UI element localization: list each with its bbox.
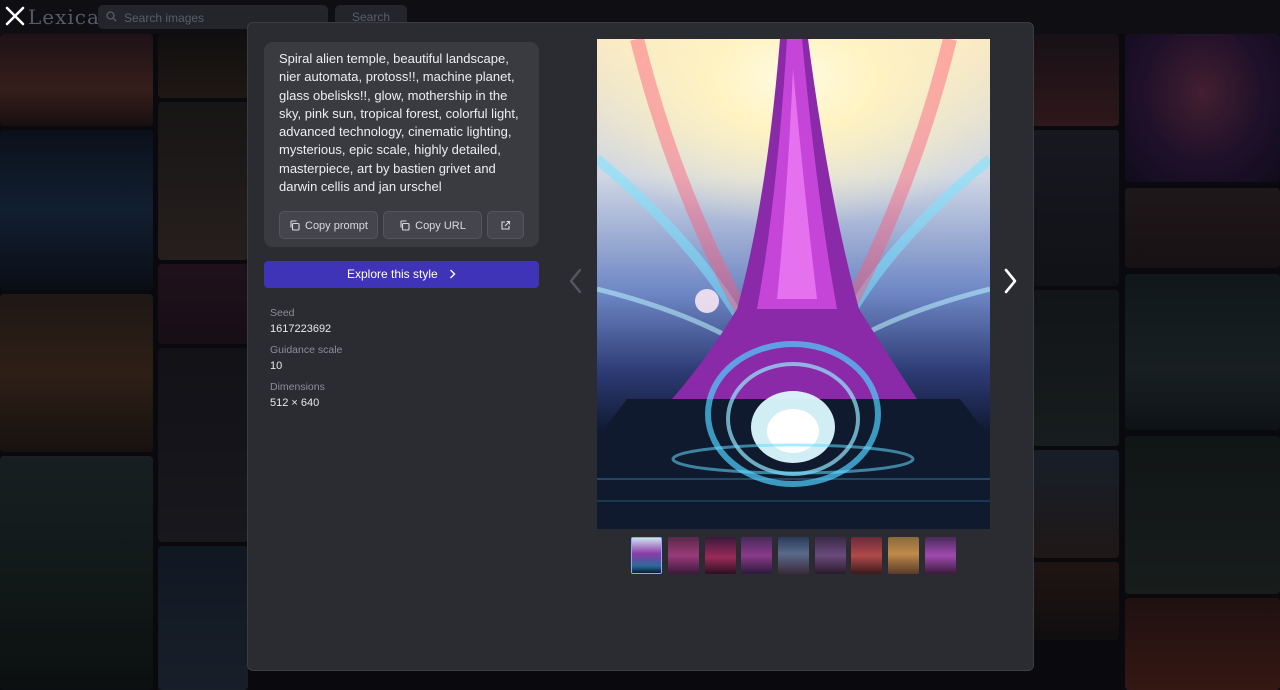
open-external-button[interactable] bbox=[487, 211, 524, 239]
guidance-scale-value: 10 bbox=[270, 360, 283, 372]
thumbnail[interactable] bbox=[668, 537, 699, 574]
copy-url-label: Copy URL bbox=[415, 220, 466, 232]
thumbnail[interactable] bbox=[815, 537, 846, 574]
dimensions-value: 512 × 640 bbox=[270, 397, 320, 409]
thumbnail[interactable] bbox=[631, 537, 662, 574]
thumbnail[interactable] bbox=[778, 537, 809, 574]
image-detail-modal: Spiral alien temple, beautiful landscape… bbox=[247, 22, 1034, 671]
thumbnail[interactable] bbox=[888, 537, 919, 574]
dimensions-detail: Dimensions 512 × 640 bbox=[270, 381, 325, 410]
copy-prompt-label: Copy prompt bbox=[305, 220, 368, 232]
dimensions-label: Dimensions bbox=[270, 381, 325, 393]
thumbnail[interactable] bbox=[741, 537, 772, 574]
close-button[interactable] bbox=[4, 5, 26, 27]
explore-style-button[interactable]: Explore this style bbox=[264, 261, 539, 288]
previous-image-button[interactable] bbox=[568, 267, 584, 295]
guidance-scale-label: Guidance scale bbox=[270, 344, 343, 356]
next-image-button[interactable] bbox=[1002, 267, 1018, 295]
explore-style-label: Explore this style bbox=[346, 267, 438, 281]
chevron-right-icon bbox=[450, 269, 456, 279]
close-icon bbox=[5, 6, 25, 26]
thumbnail[interactable] bbox=[925, 537, 956, 574]
logo: Lexica bbox=[28, 5, 100, 29]
seed-detail: Seed 1617223692 bbox=[270, 307, 331, 336]
seed-value: 1617223692 bbox=[270, 323, 332, 335]
copy-icon bbox=[290, 220, 300, 231]
prompt-card: Spiral alien temple, beautiful landscape… bbox=[264, 42, 539, 247]
seed-label: Seed bbox=[270, 307, 295, 319]
prompt-text: Spiral alien temple, beautiful landscape… bbox=[279, 51, 519, 195]
search-icon bbox=[106, 11, 117, 22]
external-link-icon bbox=[501, 220, 511, 230]
thumbnail[interactable] bbox=[851, 537, 882, 574]
thumbnail[interactable] bbox=[705, 537, 736, 574]
copy-url-button[interactable]: Copy URL bbox=[383, 211, 482, 239]
copy-prompt-button[interactable]: Copy prompt bbox=[279, 211, 378, 239]
copy-icon bbox=[400, 220, 410, 231]
generated-image bbox=[597, 39, 990, 529]
guidance-scale-detail: Guidance scale 10 bbox=[270, 344, 342, 373]
